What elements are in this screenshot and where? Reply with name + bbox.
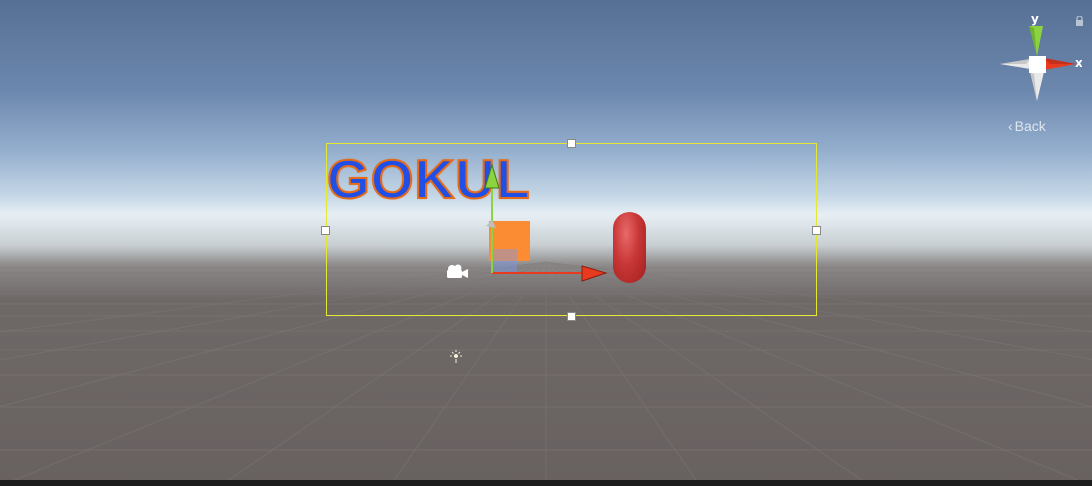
capsule-object[interactable] xyxy=(613,212,646,283)
gizmo-y-label: y xyxy=(1031,14,1039,26)
viewport-bottom-edge xyxy=(0,480,1092,486)
rect-handle-left[interactable] xyxy=(321,226,330,235)
scene-view[interactable]: GOKUL y x ‹ Back xyxy=(0,0,1092,486)
rect-handle-bottom[interactable] xyxy=(567,312,576,321)
back-button[interactable]: ‹ Back xyxy=(1008,116,1068,136)
scene-orientation-gizmo[interactable]: y x xyxy=(996,14,1082,104)
lock-icon[interactable] xyxy=(1075,16,1084,26)
light-icon[interactable] xyxy=(449,350,463,364)
rect-handle-right[interactable] xyxy=(812,226,821,235)
move-tool-plane-handle[interactable] xyxy=(493,249,517,273)
ui-text-object[interactable]: GOKUL xyxy=(326,142,531,216)
gizmo-x-label: x xyxy=(1075,56,1082,70)
camera-icon[interactable] xyxy=(443,262,469,280)
back-label: Back xyxy=(1014,118,1046,134)
rect-handle-top[interactable] xyxy=(567,139,576,148)
chevron-left-icon: ‹ xyxy=(1008,118,1013,134)
